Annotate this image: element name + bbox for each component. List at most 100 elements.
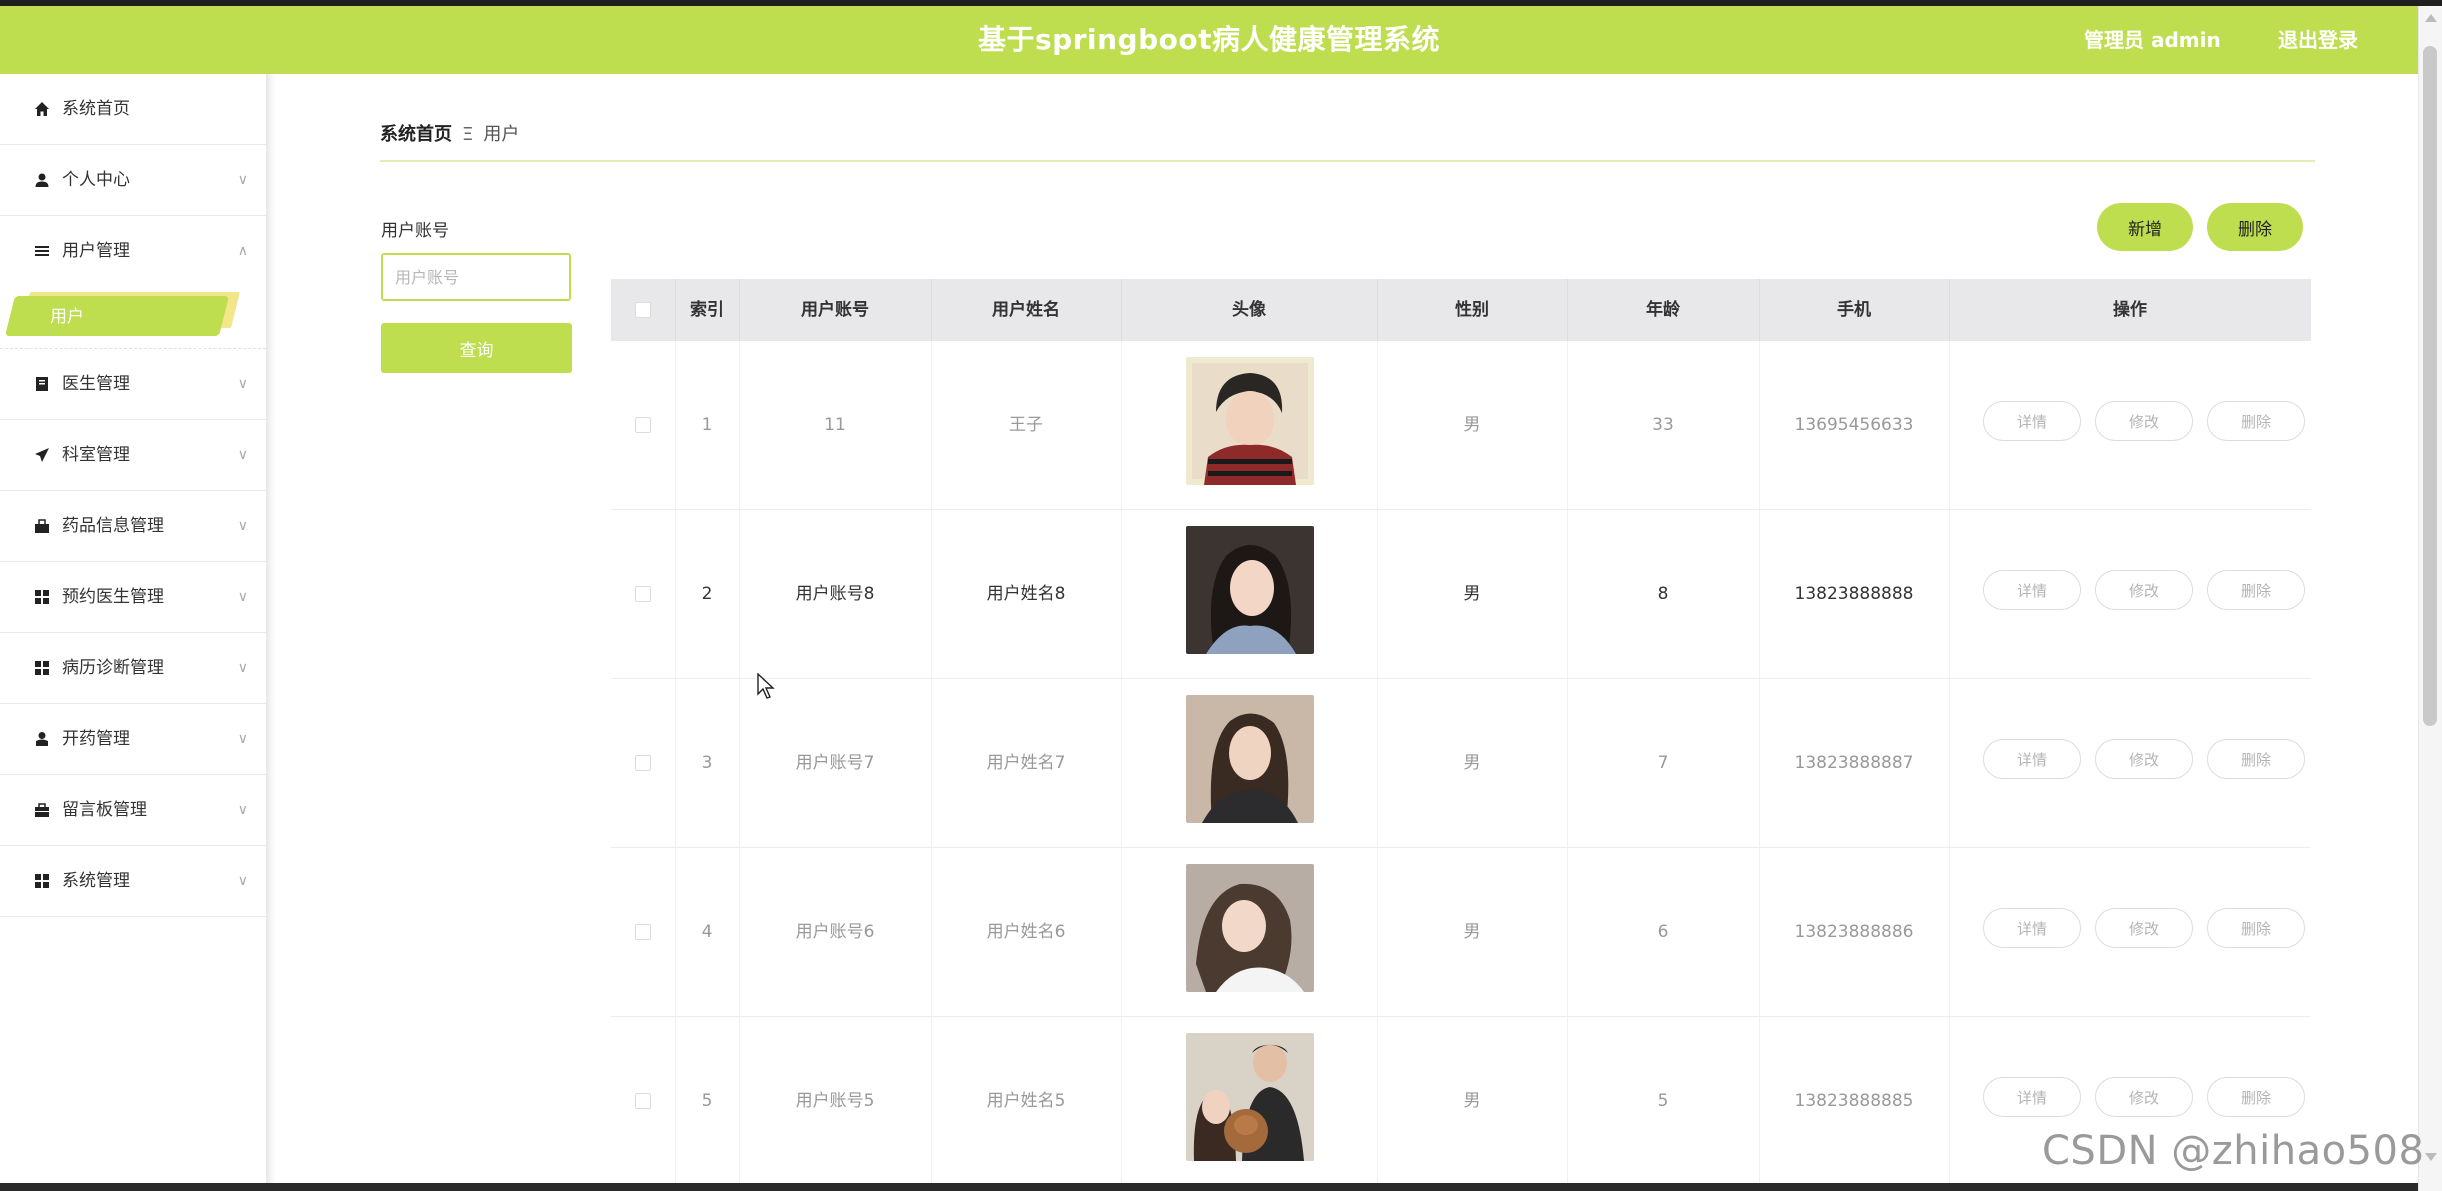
cell-phone: 13823888885 [1794,1091,1914,1111]
sidebar-divider [266,74,276,1191]
chevron-down-icon: ∨ [237,589,248,605]
sidebar-item-prescription-management[interactable]: 开药管理 ∨ [0,704,266,775]
sidebar-item-diagnosis-management[interactable]: 病历诊断管理 ∨ [0,633,266,704]
mouse-cursor-icon [757,673,775,699]
table-row: 2 用户账号8 用户姓名8 男 8 13823888888 详情 修改 删除 [611,510,2311,679]
logout-link[interactable]: 退出登录 [2278,6,2358,74]
cell-index: 4 [701,922,713,942]
cell-index: 5 [701,1091,713,1111]
send-icon [34,447,50,463]
sidebar-item-doctor-management[interactable]: 医生管理 ∨ [0,349,266,420]
scroll-thumb[interactable] [2423,46,2437,726]
chevron-down-icon: ∨ [237,172,248,188]
bag-icon [34,518,50,534]
sidebar-subitem-users[interactable]: 用户 [0,286,266,349]
detail-button[interactable]: 详情 [1983,908,2081,948]
query-button[interactable]: 查询 [381,323,572,373]
chevron-down-icon: ∨ [237,518,248,534]
edit-button[interactable]: 修改 [2095,908,2193,948]
row-checkbox[interactable] [611,1017,675,1185]
chevron-down-icon: ∨ [237,873,248,889]
sidebar-item-user-management[interactable]: 用户管理 ∧ [0,216,266,286]
cell-name: 王子 [1009,415,1043,435]
user-icon [34,172,50,188]
sidebar-item-label: 药品信息管理 [62,516,164,536]
cell-index: 3 [701,753,713,773]
batch-delete-button[interactable]: 删除 [2207,203,2303,251]
sidebar-item-appointment-management[interactable]: 预约医生管理 ∨ [0,562,266,633]
detail-button[interactable]: 详情 [1983,570,2081,610]
scroll-up-arrow-icon[interactable] [2425,14,2437,22]
sidebar-item-label: 系统首页 [62,99,130,119]
sidebar-item-personal-center[interactable]: 个人中心 ∨ [0,145,266,216]
sidebar-item-home[interactable]: 系统首页 [0,74,266,145]
cell-account: 用户账号7 [795,753,875,773]
grid-icon [34,660,50,676]
breadcrumb-home-link[interactable]: 系统首页 [380,124,452,145]
col-header-index: 索引 [690,300,724,320]
cell-phone: 13695456633 [1794,415,1914,435]
scroll-down-arrow-icon[interactable] [2425,1153,2437,1161]
search-label: 用户账号 [381,221,449,241]
table-row: 4 用户账号6 用户姓名6 男 6 13823888886 详情 修改 删除 [611,848,2311,1017]
edit-button[interactable]: 修改 [2095,401,2193,441]
cell-account: 用户账号5 [795,1091,875,1111]
edit-button[interactable]: 修改 [2095,570,2193,610]
cell-gender: 男 [1463,753,1481,773]
edit-button[interactable]: 修改 [2095,739,2193,779]
cell-age: 33 [1652,415,1674,435]
delete-button[interactable]: 删除 [2207,570,2305,610]
delete-button[interactable]: 删除 [2207,908,2305,948]
row-actions: 详情 修改 删除 [1971,510,2311,678]
row-checkbox[interactable] [611,679,675,847]
breadcrumb-underline [380,160,2315,162]
chevron-down-icon: ∨ [237,802,248,818]
sidebar-item-message-board-management[interactable]: 留言板管理 ∨ [0,775,266,846]
edit-button[interactable]: 修改 [2095,1077,2193,1117]
col-header-avatar: 头像 [1232,300,1266,320]
table-row: 3 用户账号7 用户姓名7 男 7 13823888887 详情 修改 删除 [611,679,2311,848]
avatar [1186,357,1314,485]
avatar [1186,526,1314,654]
cell-phone: 13823888888 [1794,584,1914,604]
active-highlight [5,296,229,336]
person-icon [34,731,50,747]
row-checkbox[interactable] [611,848,675,1016]
select-all-checkbox[interactable] [611,279,675,341]
cell-name: 用户姓名6 [986,922,1066,942]
sidebar-item-medicine-management[interactable]: 药品信息管理 ∨ [0,491,266,562]
row-checkbox[interactable] [611,341,675,509]
cell-name: 用户姓名5 [986,1091,1066,1111]
row-actions: 详情 修改 删除 [1971,848,2311,1016]
cell-phone: 13823888887 [1794,753,1914,773]
detail-button[interactable]: 详情 [1983,739,2081,779]
cell-gender: 男 [1463,584,1481,604]
cell-gender: 男 [1463,922,1481,942]
window-bottom-edge [0,1183,2418,1191]
briefcase-icon [34,802,50,818]
delete-button[interactable]: 删除 [2207,1077,2305,1117]
sidebar-item-system-management[interactable]: 系统管理 ∨ [0,846,266,917]
cell-name: 用户姓名8 [986,584,1066,604]
cell-index: 1 [701,415,713,435]
col-header-phone: 手机 [1837,300,1871,320]
breadcrumb-separator-icon: Ξ [462,124,474,145]
add-button[interactable]: 新增 [2097,203,2193,251]
chevron-down-icon: ∨ [237,731,248,747]
cell-age: 7 [1657,753,1669,773]
row-checkbox[interactable] [611,510,675,678]
detail-button[interactable]: 详情 [1983,401,2081,441]
top-header: 基于springboot病人健康管理系统 管理员 admin 退出登录 [0,6,2418,74]
sidebar-item-department-management[interactable]: 科室管理 ∨ [0,420,266,491]
sidebar-item-label: 预约医生管理 [62,587,164,607]
delete-button[interactable]: 删除 [2207,739,2305,779]
table-row: 1 11 王子 男 33 13695456633 详情 修改 删除 [611,341,2311,510]
sidebar: 系统首页 个人中心 ∨ 用户管理 ∧ 用户 医生管理 ∨ 科室管理 ∨ 药品信息… [0,74,266,1191]
grid-icon [34,873,50,889]
delete-button[interactable]: 删除 [2207,401,2305,441]
account-search-input[interactable] [381,253,571,301]
detail-button[interactable]: 详情 [1983,1077,2081,1117]
page-scrollbar[interactable] [2418,6,2442,1191]
breadcrumb-current: 用户 [483,124,520,145]
sidebar-item-label: 开药管理 [62,729,130,749]
